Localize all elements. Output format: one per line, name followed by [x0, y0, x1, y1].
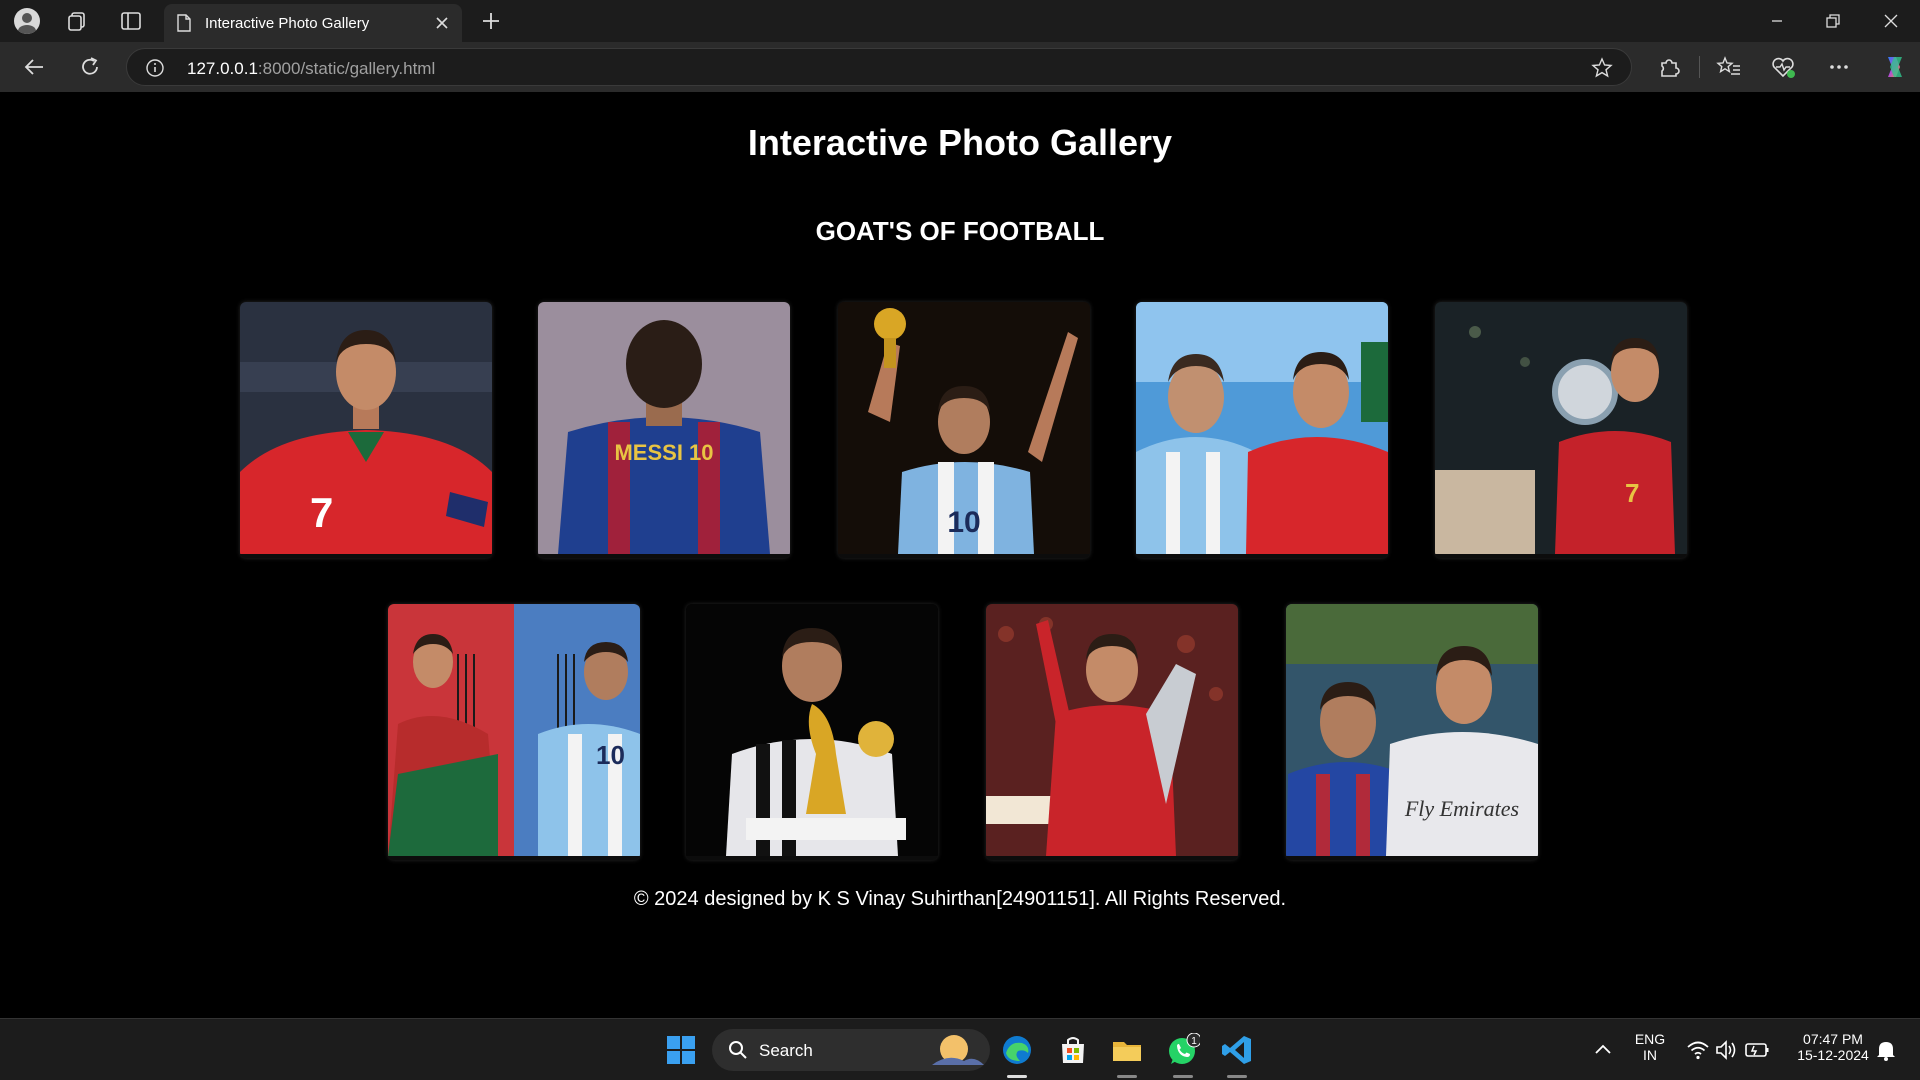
messi-world-cup-kiss-photo — [686, 604, 938, 856]
vertical-tabs-icon[interactable] — [120, 10, 142, 32]
photo-3-jersey-text: 10 — [947, 506, 980, 539]
navigation-bar: 127.0.0.1:8000/static/gallery.html — [0, 42, 1920, 92]
ronaldo-nations-league-photo — [986, 604, 1238, 856]
workspaces-icon[interactable] — [66, 10, 88, 32]
minimize-icon[interactable] — [1766, 10, 1788, 32]
gallery-page: Interactive Photo Gallery GOAT'S OF FOOT… — [6, 92, 1914, 1018]
notification-bell-icon[interactable] — [1874, 1038, 1898, 1062]
tab-close-icon[interactable] — [432, 13, 452, 33]
language-indicator[interactable]: ENG IN — [1628, 1031, 1672, 1063]
browser-title-bar: Interactive Photo Gallery — [0, 0, 1920, 42]
gallery-photo-2[interactable]: MESSI 10 — [538, 302, 790, 558]
volume-icon[interactable] — [1714, 1038, 1738, 1062]
whatsapp-icon[interactable]: 1 — [1166, 1033, 1200, 1067]
edge-active-indicator — [1007, 1075, 1027, 1078]
vscode-icon[interactable] — [1220, 1033, 1254, 1067]
gallery-photo-1[interactable]: 7 — [240, 302, 492, 558]
profile-avatar-icon[interactable] — [14, 8, 40, 34]
refresh-icon[interactable] — [77, 54, 103, 80]
address-bar[interactable]: 127.0.0.1:8000/static/gallery.html — [126, 48, 1632, 86]
taskbar-search-box[interactable]: Search — [712, 1029, 990, 1071]
gallery-photo-5[interactable]: 7 — [1435, 302, 1687, 558]
photo-6-jersey-text: 10 — [596, 740, 625, 770]
gallery-photo-9[interactable]: Fly Emirates — [1286, 604, 1538, 860]
region-code: IN — [1643, 1047, 1657, 1063]
favorite-star-icon[interactable] — [1591, 57, 1613, 79]
page-subtitle: GOAT'S OF FOOTBALL — [815, 216, 1105, 246]
battery-icon[interactable] — [1744, 1038, 1770, 1062]
clock-date: 15-12-2024 — [1797, 1047, 1869, 1063]
clock-time: 07:47 PM — [1803, 1031, 1863, 1047]
new-tab-icon[interactable] — [480, 10, 502, 32]
whatsapp-badge: 1 — [1191, 1036, 1197, 1047]
active-tab[interactable]: Interactive Photo Gallery — [164, 4, 462, 42]
messi-golden-ball-photo: 10 — [838, 302, 1090, 554]
gallery-photo-8[interactable] — [986, 604, 1238, 860]
page-title: Interactive Photo Gallery — [747, 122, 1173, 163]
windows-taskbar: Search 1 ENG IN 07:47 PM 15-12-2024 — [0, 1018, 1920, 1080]
more-options-icon[interactable] — [1826, 54, 1852, 80]
extensions-icon[interactable] — [1656, 54, 1682, 80]
close-window-icon[interactable] — [1880, 10, 1902, 32]
site-info-icon[interactable] — [145, 58, 165, 78]
browser-essentials-icon[interactable] — [1770, 54, 1796, 80]
messi-ronaldo-duo-photo — [1136, 302, 1388, 554]
search-icon — [729, 1041, 747, 1059]
search-label: Search — [759, 1041, 813, 1060]
microsoft-store-icon[interactable] — [1056, 1033, 1090, 1067]
gallery-photo-3[interactable]: 10 — [838, 302, 1090, 558]
whatsapp-indicator — [1173, 1075, 1193, 1078]
explorer-indicator — [1117, 1075, 1137, 1078]
ronaldo-portugal-photo: 7 — [240, 302, 492, 554]
gallery-photo-4[interactable] — [1136, 302, 1388, 558]
tab-title: Interactive Photo Gallery — [205, 15, 370, 32]
vscode-indicator — [1227, 1075, 1247, 1078]
restore-icon[interactable] — [1822, 10, 1844, 32]
back-arrow-icon[interactable] — [22, 54, 48, 80]
show-hidden-icons-chevron-icon[interactable] — [1590, 1037, 1616, 1063]
ronaldo-trophy-kiss-photo: 7 — [1435, 302, 1687, 554]
url-text[interactable]: 127.0.0.1:8000/static/gallery.html — [187, 59, 435, 79]
messi-ronaldo-la-liga-photo: Fly Emirates — [1286, 604, 1538, 856]
copilot-icon[interactable] — [1880, 53, 1908, 81]
favorites-icon[interactable] — [1716, 54, 1742, 80]
edge-browser-icon[interactable] — [1000, 1033, 1034, 1067]
wifi-icon[interactable] — [1686, 1038, 1710, 1062]
toolbar-separator — [1699, 56, 1700, 78]
photo-1-jersey-text: 7 — [310, 489, 333, 536]
windows-start-icon[interactable] — [664, 1033, 698, 1067]
file-explorer-icon[interactable] — [1110, 1033, 1144, 1067]
photo-9-jersey-text: Fly Emirates — [1404, 796, 1519, 821]
url-host: 127.0.0.1 — [187, 59, 258, 78]
photo-5-jersey-text: 7 — [1625, 478, 1639, 508]
ronaldo-vs-messi-split-photo: 10 — [388, 604, 640, 856]
language-code: ENG — [1634, 1031, 1666, 1047]
gallery-photo-7[interactable] — [686, 604, 938, 860]
clock[interactable]: 07:47 PM 15-12-2024 — [1782, 1031, 1884, 1063]
search-highlight-icon — [932, 1035, 984, 1065]
gallery-photo-6[interactable]: 10 — [388, 604, 640, 860]
messi-back-photo: MESSI 10 — [538, 302, 790, 554]
photo-2-jersey-text: MESSI 10 — [614, 440, 713, 465]
page-icon — [177, 14, 191, 32]
url-path: :8000/static/gallery.html — [257, 59, 436, 78]
page-footer: © 2024 designed by K S Vinay Suhirthan[2… — [633, 888, 1287, 910]
